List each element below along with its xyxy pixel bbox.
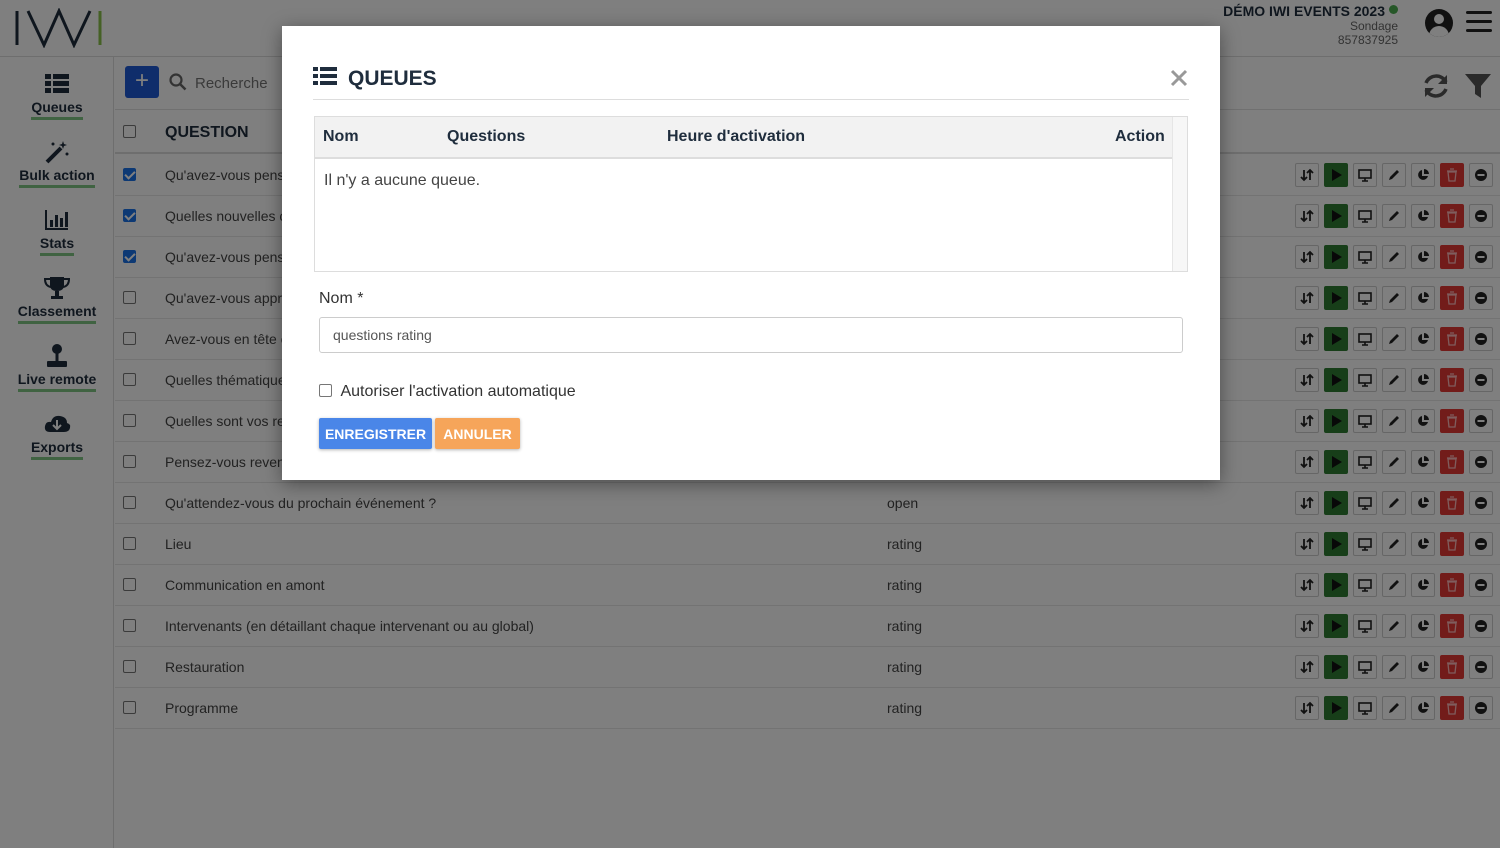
auto-activation-option[interactable]: Autoriser l'activation automatique <box>319 383 576 401</box>
queues-modal: QUEUES Nom Questions Heure d'activation … <box>282 26 1220 480</box>
empty-message: Il n'y a aucune queue. <box>324 172 481 189</box>
table-scrollbar[interactable] <box>1172 117 1187 271</box>
column-header-nom: Nom <box>323 128 359 145</box>
list-icon <box>313 67 337 85</box>
modal-header: QUEUES <box>313 56 1189 100</box>
queues-table: Nom Questions Heure d'activation Action … <box>314 116 1188 272</box>
close-icon[interactable] <box>1169 68 1189 88</box>
auto-activation-checkbox[interactable] <box>319 384 332 397</box>
column-header-questions: Questions <box>447 128 526 145</box>
name-label: Nom * <box>319 290 364 307</box>
queue-name-input[interactable] <box>319 317 1183 353</box>
modal-title: QUEUES <box>348 67 437 90</box>
auto-activation-label: Autoriser l'activation automatique <box>340 383 576 400</box>
save-button[interactable]: ENREGISTRER <box>319 418 432 449</box>
column-header-heure-activation: Heure d'activation <box>667 128 806 145</box>
column-header-action: Action <box>1115 128 1165 145</box>
cancel-button[interactable]: ANNULER <box>435 418 520 449</box>
queues-table-header: Nom Questions Heure d'activation Action <box>315 117 1173 159</box>
